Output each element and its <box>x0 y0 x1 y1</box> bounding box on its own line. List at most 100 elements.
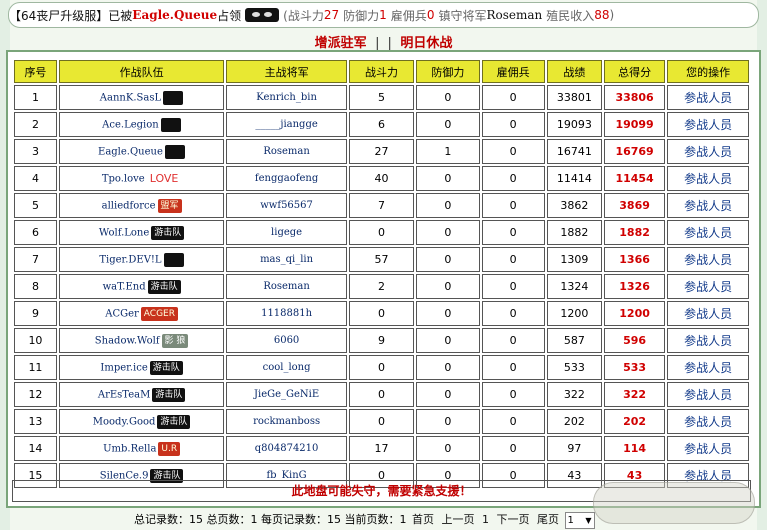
participants-button[interactable]: 参战人员 <box>667 328 749 353</box>
table-row: 10 Shadow.Wolf 影 狼 6060 9 0 0 587 596 参战人员 <box>14 328 749 353</box>
row-index: 6 <box>14 220 57 245</box>
team-emblem-icon <box>163 90 184 105</box>
merc-cell: 0 <box>481 355 545 380</box>
merc-cell: 0 <box>481 220 545 245</box>
record-cell: 587 <box>546 328 602 353</box>
col-merc: 雇佣兵 <box>481 60 545 83</box>
leader-cell: 1118881h <box>226 301 347 326</box>
team-name: Wolf.Lone <box>98 227 150 238</box>
score-cell: 1200 <box>603 301 666 326</box>
record-cell: 16741 <box>546 139 602 164</box>
merc-cell: 0 <box>481 166 545 191</box>
participants-button[interactable]: 参战人员 <box>667 220 749 245</box>
participants-button[interactable]: 参战人员 <box>667 166 749 191</box>
participants-button[interactable]: 参战人员 <box>667 301 749 326</box>
participants-button[interactable]: 参战人员 <box>667 85 749 110</box>
participants-button[interactable]: 参战人员 <box>667 139 749 164</box>
row-index: 8 <box>14 274 57 299</box>
participants-button[interactable]: 参战人员 <box>667 382 749 407</box>
leader-name: cool_long <box>262 362 311 373</box>
general-name: Roseman <box>486 8 543 22</box>
territory-status-bar: 【64丧尸升级服】 已被 Eagle.Queue 占领 (战斗力 27 防御力 … <box>8 2 759 28</box>
score-cell: 533 <box>603 355 666 380</box>
team-cell: Eagle.Queue <box>58 139 225 164</box>
participants-button[interactable]: 参战人员 <box>667 274 749 299</box>
prev-page-link[interactable]: 上一页 <box>442 513 475 526</box>
record-cell: 1200 <box>546 301 602 326</box>
last-page-link[interactable]: 尾页 <box>537 513 559 526</box>
defense-cell: 0 <box>416 193 480 218</box>
record-cell: 11414 <box>546 166 602 191</box>
page-number-link[interactable]: 1 <box>482 513 489 526</box>
merc-value: 0 <box>426 8 435 22</box>
attack-cell: 0 <box>348 355 415 380</box>
row-index: 3 <box>14 139 57 164</box>
team-name: Imper.ice <box>100 362 148 373</box>
participants-button[interactable]: 参战人员 <box>667 247 749 272</box>
leader-name: Roseman <box>263 146 310 157</box>
participants-button[interactable]: 参战人员 <box>667 436 749 461</box>
merc-cell: 0 <box>481 139 545 164</box>
participants-button[interactable]: 参战人员 <box>667 409 749 434</box>
next-page-link[interactable]: 下一页 <box>497 513 530 526</box>
team-emblem-icon <box>163 252 184 267</box>
action-nav: 增派驻军 | | 明日休战 <box>0 32 767 51</box>
first-page-link[interactable]: 首页 <box>412 513 434 526</box>
leader-cell: Roseman <box>226 274 347 299</box>
defense-cell: 0 <box>416 220 480 245</box>
attack-value: 27 <box>323 8 340 22</box>
current-page-label: 当前页数： <box>344 513 400 526</box>
battle-panel: 序号 作战队伍 主战将军 战斗力 防御力 雇佣兵 战绩 总得分 您的操作 1 Aa… <box>6 50 761 508</box>
stats-close: ) <box>609 8 615 22</box>
attack-cell: 7 <box>348 193 415 218</box>
merc-cell: 0 <box>481 382 545 407</box>
record-cell: 33801 <box>546 85 602 110</box>
defense-cell: 0 <box>416 301 480 326</box>
page-select[interactable]: 1 ▼ <box>564 511 595 529</box>
score-cell: 596 <box>603 328 666 353</box>
leader-cell: Roseman <box>226 139 347 164</box>
leader-name: fenggaofeng <box>254 173 319 184</box>
per-page-label: 每页记录数： <box>261 513 327 526</box>
income-label: 殖民收入 <box>546 8 595 23</box>
team-name: Eagle.Queue <box>98 146 163 157</box>
col-actions: 您的操作 <box>667 60 749 83</box>
col-attack: 战斗力 <box>348 60 415 83</box>
leader-cell: cool_long <box>226 355 347 380</box>
team-cell: Ace.Legion <box>58 112 225 137</box>
leader-name: Roseman <box>263 281 310 292</box>
leader-cell: wwf56567 <box>226 193 347 218</box>
table-row: 13 Moody.Good 游击队 rockmanboss 0 0 0 202 202 参战人员 <box>14 409 749 434</box>
team-cell: waT.End 游击队 <box>58 274 225 299</box>
team-cell: Tpo.love LOVE <box>58 166 225 191</box>
team-emblem-icon <box>164 144 186 159</box>
team-badge: 盟军 <box>157 198 182 213</box>
team-badge: 影 狼 <box>161 333 189 348</box>
team-name: Umb.Rella <box>103 443 157 454</box>
table-row: 8 waT.End 游击队 Roseman 2 0 0 1324 1326 参战人员 <box>14 274 749 299</box>
attack-cell: 9 <box>348 328 415 353</box>
team-cell: Moody.Good 游击队 <box>58 409 225 434</box>
nav-separator: | <box>387 36 392 51</box>
col-score: 总得分 <box>603 60 666 83</box>
per-page: 15 <box>327 513 341 526</box>
table-row: 5 alliedforce 盟军 wwf56567 7 0 0 3862 3869 参战人员 <box>14 193 749 218</box>
row-index: 4 <box>14 166 57 191</box>
ceasefire-link[interactable]: 明日休战 <box>400 36 452 51</box>
record-cell: 202 <box>546 409 602 434</box>
row-index: 7 <box>14 247 57 272</box>
team-cell: Tiger.DEV!L <box>58 247 225 272</box>
team-cell: ACGer ACGER <box>58 301 225 326</box>
team-badge: 游击队 <box>151 225 185 240</box>
table-row: 3 Eagle.Queue Roseman 27 1 0 16741 16769 参战人员 <box>14 139 749 164</box>
defense-cell: 0 <box>416 247 480 272</box>
leader-cell: rockmanboss <box>226 409 347 434</box>
leader-cell: JieGe_GeNiE <box>226 382 347 407</box>
table-row: 7 Tiger.DEV!L mas_qi_lin 57 0 0 1309 1366 参战人员 <box>14 247 749 272</box>
score-cell: 33806 <box>603 85 666 110</box>
participants-button[interactable]: 参战人员 <box>667 193 749 218</box>
reinforce-link[interactable]: 增派驻军 <box>315 36 367 51</box>
team-badge: 游击队 <box>152 387 186 402</box>
participants-button[interactable]: 参战人员 <box>667 112 749 137</box>
participants-button[interactable]: 参战人员 <box>667 355 749 380</box>
